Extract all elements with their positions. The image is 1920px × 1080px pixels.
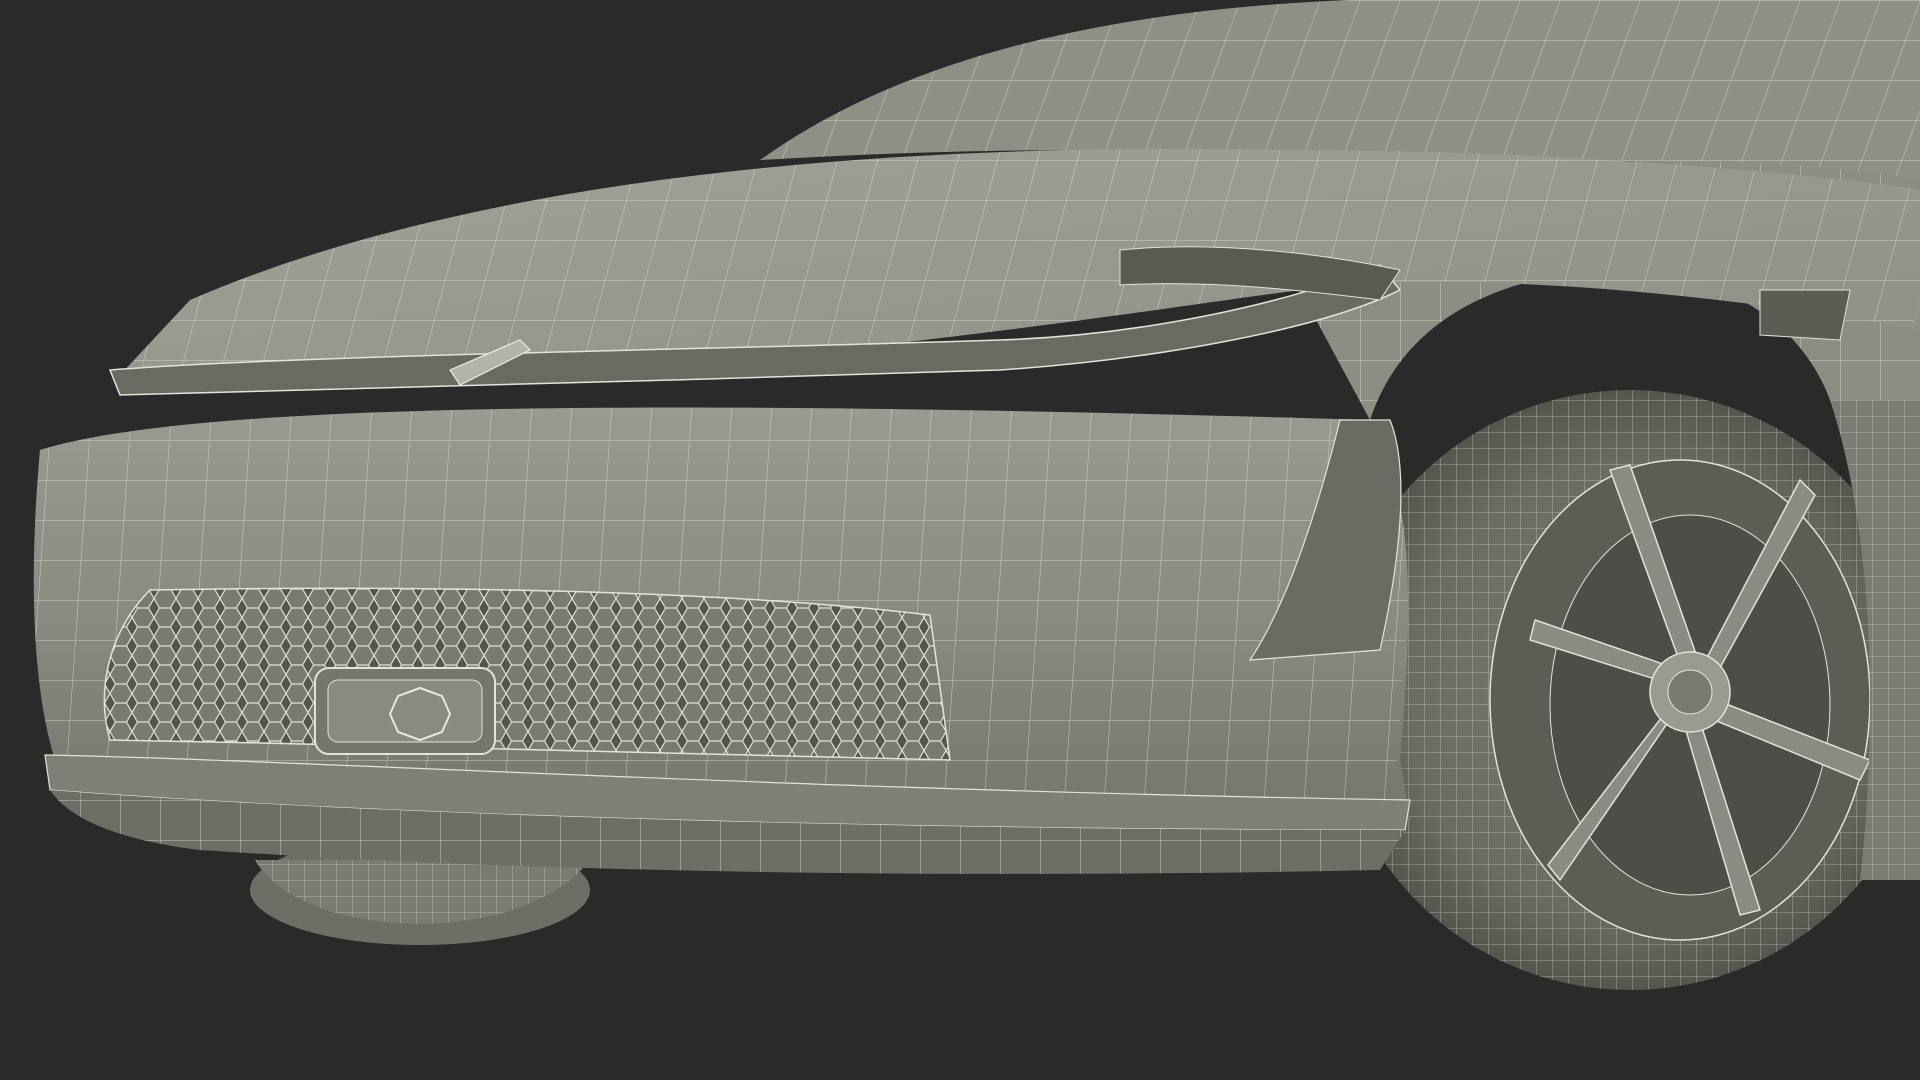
render-viewport: [0, 0, 1920, 1080]
front-sensor: [314, 667, 496, 755]
wireframe-car-render: [0, 0, 1920, 1080]
wheel-rim: [1489, 459, 1872, 941]
